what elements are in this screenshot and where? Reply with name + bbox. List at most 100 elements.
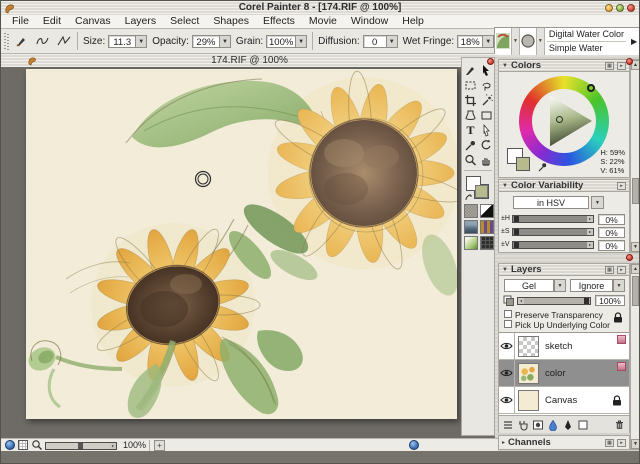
color-dropper-icon[interactable] (537, 160, 547, 172)
palette-flyout-button[interactable]: ▸ (617, 439, 626, 447)
palette-grid-button[interactable]: ▦ (605, 62, 614, 70)
brush-tool[interactable] (463, 63, 478, 77)
colors-palette-close-button[interactable] (626, 58, 633, 65)
composite-method-dropdown[interactable]: Gel (504, 279, 554, 292)
text-tool[interactable]: T (463, 123, 478, 137)
palette-flyout-button[interactable]: ▸ (617, 266, 626, 274)
visibility-toggle[interactable] (499, 387, 515, 413)
menu-effects[interactable]: Effects (256, 15, 302, 28)
crop-tool[interactable] (463, 93, 478, 107)
zoom-tool-icon[interactable] (31, 439, 43, 451)
diffusion-dropdown-arrow[interactable]: ▼ (387, 35, 398, 48)
menu-shapes[interactable]: Shapes (206, 15, 256, 28)
collapse-triangle[interactable]: ▼ (502, 183, 508, 189)
title-bar[interactable]: Corel Painter 8 - [174.RIF @ 100%] (1, 1, 639, 16)
wet-fringe-dropdown-arrow[interactable]: ▼ (483, 35, 494, 48)
menu-layers[interactable]: Layers (118, 15, 164, 28)
document-title-bar[interactable]: 174.RIF @ 100% (1, 54, 498, 68)
collapse-triangle[interactable]: ▼ (502, 267, 508, 273)
palette-flyout-button[interactable]: ▸ (617, 62, 626, 70)
expand-triangle[interactable]: ▸ (502, 439, 505, 446)
layers-palette-close-button[interactable] (626, 254, 633, 261)
back-color-swatch[interactable] (475, 185, 488, 198)
close-button[interactable] (627, 4, 635, 12)
visibility-toggle[interactable] (499, 360, 515, 386)
diffusion-input[interactable]: 0 (363, 35, 387, 48)
shape-rectangle-tool[interactable] (479, 108, 494, 122)
color-variability-header[interactable]: ▼ Color Variability ▸ (499, 180, 629, 192)
menu-help[interactable]: Help (395, 15, 431, 28)
menu-movie[interactable]: Movie (302, 15, 344, 28)
new-liquid-ink-layer-icon[interactable] (562, 419, 574, 431)
new-layer-icon[interactable] (577, 419, 589, 431)
expand-button[interactable]: + (154, 440, 165, 451)
layer-row-color[interactable]: color (499, 360, 629, 387)
minimize-button[interactable] (605, 4, 613, 12)
brush-category-name[interactable]: Digital Water Color (545, 28, 628, 41)
layer-opacity-slider[interactable]: ◂ (517, 297, 591, 305)
composite-method-arrow[interactable]: ▼ (554, 279, 566, 292)
menu-file[interactable]: File (5, 15, 36, 28)
collapse-triangle[interactable]: ▼ (502, 63, 508, 69)
palette-grid-button[interactable]: ▦ (605, 439, 614, 447)
composite-depth-dropdown[interactable]: Ignore (570, 279, 613, 292)
palette-flyout-button[interactable]: ▸ (617, 182, 626, 190)
variability-s-slider[interactable]: ▸ (512, 228, 594, 236)
palette-grid-button[interactable]: ▦ (605, 266, 614, 274)
opacity-input[interactable]: 29% (192, 35, 220, 48)
new-watercolor-layer-icon[interactable] (547, 419, 559, 431)
magnifier-tool[interactable] (463, 153, 478, 167)
variability-mode-dropdown-arrow[interactable]: ▼ (591, 196, 604, 209)
size-dropdown-arrow[interactable]: ▼ (136, 35, 147, 48)
layer-adjuster-tool[interactable] (479, 63, 494, 77)
palette-scrollbar[interactable]: ▲ ▼ (630, 59, 640, 253)
hue-marker[interactable] (587, 84, 595, 92)
toolbox-close-button[interactable] (487, 58, 494, 65)
paper-selector[interactable] (464, 204, 478, 218)
info-sphere-icon[interactable] (409, 440, 419, 450)
scroll-thumb[interactable] (632, 276, 639, 306)
menu-edit[interactable]: Edit (36, 15, 68, 28)
layer-thumbnail[interactable] (518, 336, 539, 357)
tracing-paper-icon[interactable] (18, 440, 28, 450)
lasso-tool[interactable] (479, 78, 494, 92)
property-bar-grip[interactable] (4, 33, 9, 50)
wet-fringe-input[interactable]: 18% (457, 35, 483, 48)
weave-selector[interactable] (480, 220, 494, 234)
layer-attribute-badge[interactable] (617, 335, 626, 344)
artwork-canvas[interactable] (26, 69, 457, 419)
pick-up-underlying-color-checkbox[interactable] (504, 320, 512, 328)
grain-input[interactable]: 100% (266, 35, 296, 48)
drawing-mode-icon[interactable] (5, 440, 15, 450)
pasteboard[interactable] (1, 67, 495, 438)
gradient-selector[interactable] (480, 204, 494, 218)
restore-button[interactable] (616, 4, 624, 12)
palette-scrollbar[interactable]: ▲ ▼ (630, 263, 640, 450)
brush-category-well[interactable]: ▼ (495, 28, 520, 55)
shape-selection-tool[interactable] (479, 123, 494, 137)
sv-marker[interactable] (556, 116, 563, 123)
layers-lock-icon[interactable] (611, 311, 625, 324)
canvas-paper[interactable] (26, 69, 457, 419)
opacity-dropdown-arrow[interactable]: ▼ (220, 35, 231, 48)
brush-variant-well[interactable]: ▼ (520, 28, 545, 55)
freehand-stroke-icon[interactable] (35, 34, 51, 48)
brush-variant-name[interactable]: Simple Water (545, 42, 628, 55)
colors-back-swatch[interactable] (516, 157, 530, 171)
scroll-thumb[interactable] (632, 178, 639, 204)
rectangular-selection-tool[interactable] (463, 78, 478, 92)
variability-s-value[interactable]: 0% (598, 227, 625, 238)
layer-row-canvas[interactable]: Canvas (499, 387, 629, 414)
nozzle-selector[interactable] (480, 236, 494, 250)
preserve-transparency-checkbox[interactable] (504, 310, 512, 318)
layer-row-sketch[interactable]: sketch (499, 333, 629, 360)
scroll-down-arrow[interactable]: ▼ (631, 439, 640, 449)
layer-attribute-badge[interactable] (617, 362, 626, 371)
menu-select[interactable]: Select (163, 15, 206, 28)
layer-thumbnail[interactable] (518, 363, 539, 384)
scroll-up-arrow[interactable]: ▲ (631, 264, 640, 274)
straight-stroke-icon[interactable] (56, 34, 72, 48)
look-selector[interactable] (464, 236, 478, 250)
brush-selector-flyout-arrow[interactable]: ▶ (628, 28, 640, 55)
new-layer-mask-icon[interactable] (532, 419, 544, 431)
